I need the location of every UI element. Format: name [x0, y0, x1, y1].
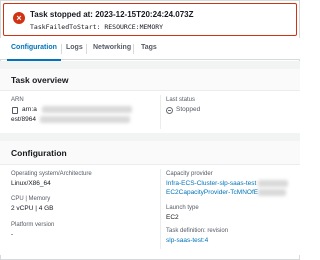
cpu-label: CPU | Memory: [11, 196, 51, 202]
redacted-arn: [42, 106, 132, 113]
platform-label: Platform version: [11, 222, 55, 228]
configuration-body: Operating system/Architecture Linux/X86_…: [0, 165, 300, 255]
tab-bar: Configuration Logs Networking Tags: [0, 38, 300, 61]
overview-body: ARN arn:a est/8964 Last status Stopped: [0, 91, 300, 133]
capacity-provider-link[interactable]: Infra-ECS-Cluster-slp-saas-test: [166, 180, 256, 187]
spacer: [0, 133, 300, 141]
arn-label: ARN: [11, 97, 24, 103]
error-banner: × Task stopped at: 2023-12-15T20:24:24.0…: [3, 3, 297, 36]
platform-value: -: [11, 231, 14, 238]
last-status-label: Last status: [166, 97, 196, 103]
configuration-title: Configuration: [11, 148, 67, 158]
launch-type-value: EC2: [166, 214, 179, 221]
redacted-capacity: [258, 189, 286, 196]
overview-header: Task overview: [0, 69, 300, 91]
launch-type-label: Launch type: [166, 205, 199, 211]
cpu-value: 2 vCPU | 4 GB: [11, 205, 54, 212]
capacity-provider-label: Capacity provider: [166, 171, 213, 177]
task-definition-label: Task definition: revision: [166, 228, 229, 234]
redacted-capacity: [258, 180, 288, 187]
os-value: Linux/X86_64: [11, 180, 51, 187]
capacity-provider-link-line2[interactable]: EC2CapacityProvider-TcMNOfE: [166, 189, 258, 196]
tab-separator: [86, 44, 87, 54]
tab-networking[interactable]: Networking: [93, 38, 131, 60]
os-label: Operating system/Architecture: [11, 171, 92, 177]
error-icon: ×: [13, 12, 25, 24]
task-definition-link[interactable]: slp-saas-test:4: [166, 237, 208, 244]
redacted-arn: [40, 116, 130, 123]
configuration-header: Configuration: [0, 141, 300, 165]
tab-logs[interactable]: Logs: [66, 38, 83, 60]
last-status-value: Stopped: [176, 106, 201, 113]
overview-title: Task overview: [11, 75, 69, 85]
tab-tags[interactable]: Tags: [141, 38, 157, 60]
spacer: [0, 61, 300, 69]
arn-value-line2: est/8964: [11, 116, 36, 123]
banner-reason: TaskFailedToStart: RESOURCE:MEMORY: [30, 23, 164, 31]
arn-value-line1: arn:a: [22, 106, 37, 113]
column-divider: [160, 169, 161, 249]
copy-icon[interactable]: [12, 107, 18, 114]
tab-separator: [61, 44, 62, 54]
stopped-icon: [166, 107, 173, 114]
tab-configuration[interactable]: Configuration: [7, 38, 61, 61]
banner-title: Task stopped at: 2023-12-15T20:24:24.073…: [30, 10, 194, 19]
column-divider: [160, 95, 161, 129]
tab-separator: [133, 44, 134, 54]
